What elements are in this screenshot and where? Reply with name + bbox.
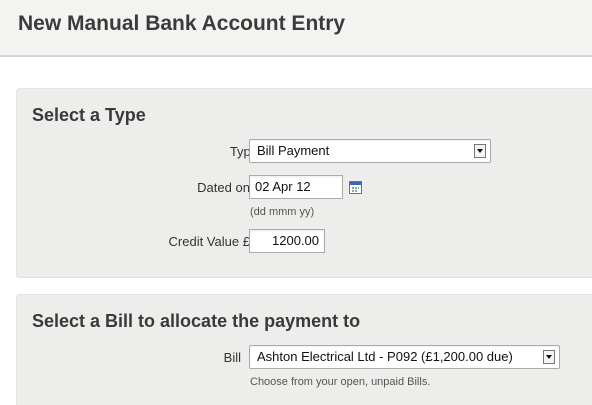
type-select[interactable]: Bill Payment [249, 139, 491, 163]
calendar-icon[interactable] [349, 181, 362, 194]
type-select-value: Bill Payment [257, 143, 330, 158]
bill-hint: Choose from your open, unpaid Bills. [250, 376, 431, 388]
page-title: New Manual Bank Account Entry [18, 12, 346, 35]
dated-on-input[interactable]: 02 Apr 12 [249, 175, 343, 199]
select-bill-panel: Select a Bill to allocate the payment to… [16, 294, 592, 405]
bill-select[interactable]: Ashton Electrical Ltd - P092 (£1,200.00 … [249, 345, 560, 369]
select-type-panel: Select a Type Type Bill Payment Dated on… [16, 88, 592, 278]
bill-select-value: Ashton Electrical Ltd - P092 (£1,200.00 … [257, 349, 513, 364]
dated-on-value: 02 Apr 12 [255, 179, 311, 194]
chevron-down-icon[interactable] [474, 144, 486, 158]
date-format-hint: (dd mmm yy) [250, 206, 315, 218]
page-header: New Manual Bank Account Entry [0, 0, 592, 57]
credit-value-input[interactable]: 1200.00 [249, 229, 325, 253]
credit-value-value: 1200.00 [272, 233, 319, 248]
bill-label: Bill [223, 350, 241, 365]
dated-on-label-text: Dated on [197, 180, 250, 195]
select-type-heading: Select a Type [32, 105, 146, 125]
credit-value-label: Credit Value £* [169, 234, 258, 249]
credit-value-label-text: Credit Value £ [168, 234, 250, 249]
select-bill-heading: Select a Bill to allocate the payment to [32, 311, 361, 331]
chevron-down-icon[interactable] [543, 350, 555, 364]
